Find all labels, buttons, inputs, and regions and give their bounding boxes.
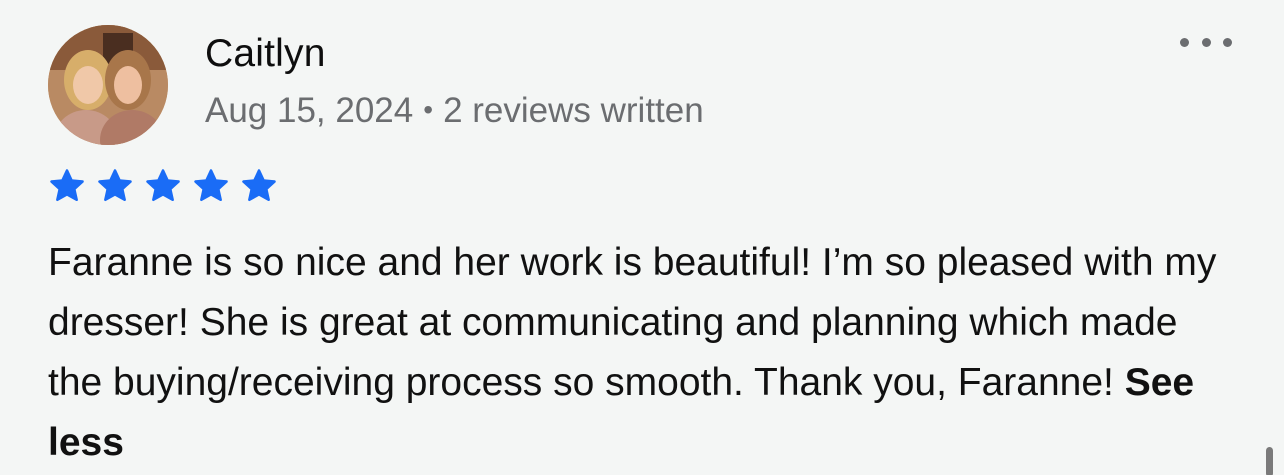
- review-card: Caitlyn Aug 15, 2024 • 2 reviews written F…: [0, 0, 1284, 475]
- scrollbar-thumb[interactable]: [1266, 447, 1273, 475]
- star-filled-icon: [50, 169, 84, 202]
- avatar-photo: [48, 25, 168, 145]
- avatar[interactable]: [48, 25, 168, 145]
- star-filled-icon: [194, 169, 228, 202]
- review-meta: Aug 15, 2024 • 2 reviews written: [205, 91, 704, 131]
- star-rating: [48, 167, 278, 205]
- meta-separator: •: [423, 94, 434, 125]
- more-horizontal-icon: [1180, 37, 1189, 47]
- star-filled-icon: [146, 169, 180, 202]
- reviews-written-count: 2 reviews written: [443, 91, 704, 130]
- star-filled-icon: [98, 169, 132, 202]
- more-horizontal-icon: [1201, 37, 1211, 47]
- reviewer-name[interactable]: Caitlyn: [205, 32, 326, 76]
- review-body: Faranne is so nice and her work is beaut…: [48, 241, 1217, 404]
- more-horizontal-icon: [1223, 37, 1232, 47]
- more-options-button[interactable]: [1176, 22, 1236, 62]
- review-date: Aug 15, 2024: [205, 91, 414, 130]
- star-filled-icon: [242, 169, 276, 202]
- review-text: Faranne is so nice and her work is beaut…: [48, 233, 1228, 473]
